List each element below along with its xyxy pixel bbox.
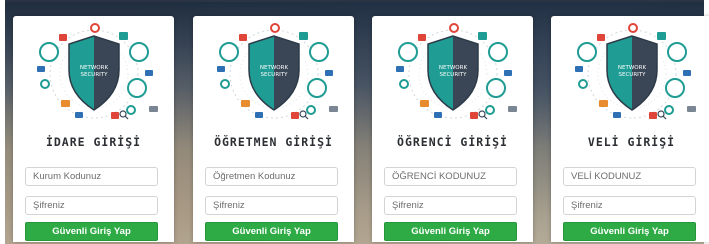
ogrenci-kodu-input[interactable] xyxy=(384,167,517,186)
card-idare: NETWORKSECURITY İDARE GİRİŞİ Güvenli Gir… xyxy=(13,16,174,242)
card-ogrenci: NETWORKSECURITY ÖĞRENCİ GİRİŞİ Güvenli G… xyxy=(372,16,533,242)
svg-text:SECURITY: SECURITY xyxy=(260,72,288,78)
network-security-shield-icon: NETWORKSECURITY xyxy=(36,23,158,120)
svg-text:NETWORK: NETWORK xyxy=(438,65,467,71)
network-security-illustration: NETWORK SECURITY xyxy=(551,22,709,126)
svg-text:SECURITY: SECURITY xyxy=(80,72,108,78)
svg-text:NETWORK: NETWORK xyxy=(79,65,108,71)
network-security-illustration: NETWORK SECURITY xyxy=(193,22,354,126)
network-security-shield-icon: NETWORKSECURITY xyxy=(216,23,338,120)
secure-login-button[interactable]: Güvenli Giriş Yap xyxy=(384,222,517,241)
network-security-illustration: NETWORK SECURITY xyxy=(13,22,174,126)
secure-login-button[interactable]: Güvenli Giriş Yap xyxy=(563,222,696,241)
kurum-kodu-input[interactable] xyxy=(25,167,158,186)
password-input[interactable] xyxy=(384,196,517,215)
network-security-illustration: NETWORK SECURITY xyxy=(372,22,533,126)
network-security-shield-icon: NETWORKSECURITY xyxy=(574,23,696,120)
card-veli: NETWORKSECURITY VELİ GİRİŞİ Güvenli Giri… xyxy=(551,16,709,242)
card-ogretmen: NETWORKSECURITY ÖĞRETMEN GİRİŞİ Güvenli … xyxy=(193,16,354,242)
network-security-shield-icon: NETWORKSECURITY xyxy=(395,23,517,120)
secure-login-button[interactable]: Güvenli Giriş Yap xyxy=(25,222,158,241)
svg-text:SECURITY: SECURITY xyxy=(439,72,467,78)
password-input[interactable] xyxy=(205,196,338,215)
ogretmen-kodu-input[interactable] xyxy=(205,167,338,186)
veli-kodu-input[interactable] xyxy=(563,167,696,186)
card-title: VELİ GİRİŞİ xyxy=(587,135,676,149)
password-input[interactable] xyxy=(25,196,158,215)
secure-login-button[interactable]: Güvenli Giriş Yap xyxy=(205,222,338,241)
card-title: İDARE GİRİŞİ xyxy=(45,135,142,149)
svg-text:NETWORK: NETWORK xyxy=(617,65,646,71)
password-input[interactable] xyxy=(563,196,696,215)
svg-text:NETWORK: NETWORK xyxy=(259,65,288,71)
card-title: ÖĞRETMEN GİRİŞİ xyxy=(214,135,333,149)
card-title: ÖĞRENCİ GİRİŞİ xyxy=(397,135,508,149)
svg-text:SECURITY: SECURITY xyxy=(618,72,646,78)
